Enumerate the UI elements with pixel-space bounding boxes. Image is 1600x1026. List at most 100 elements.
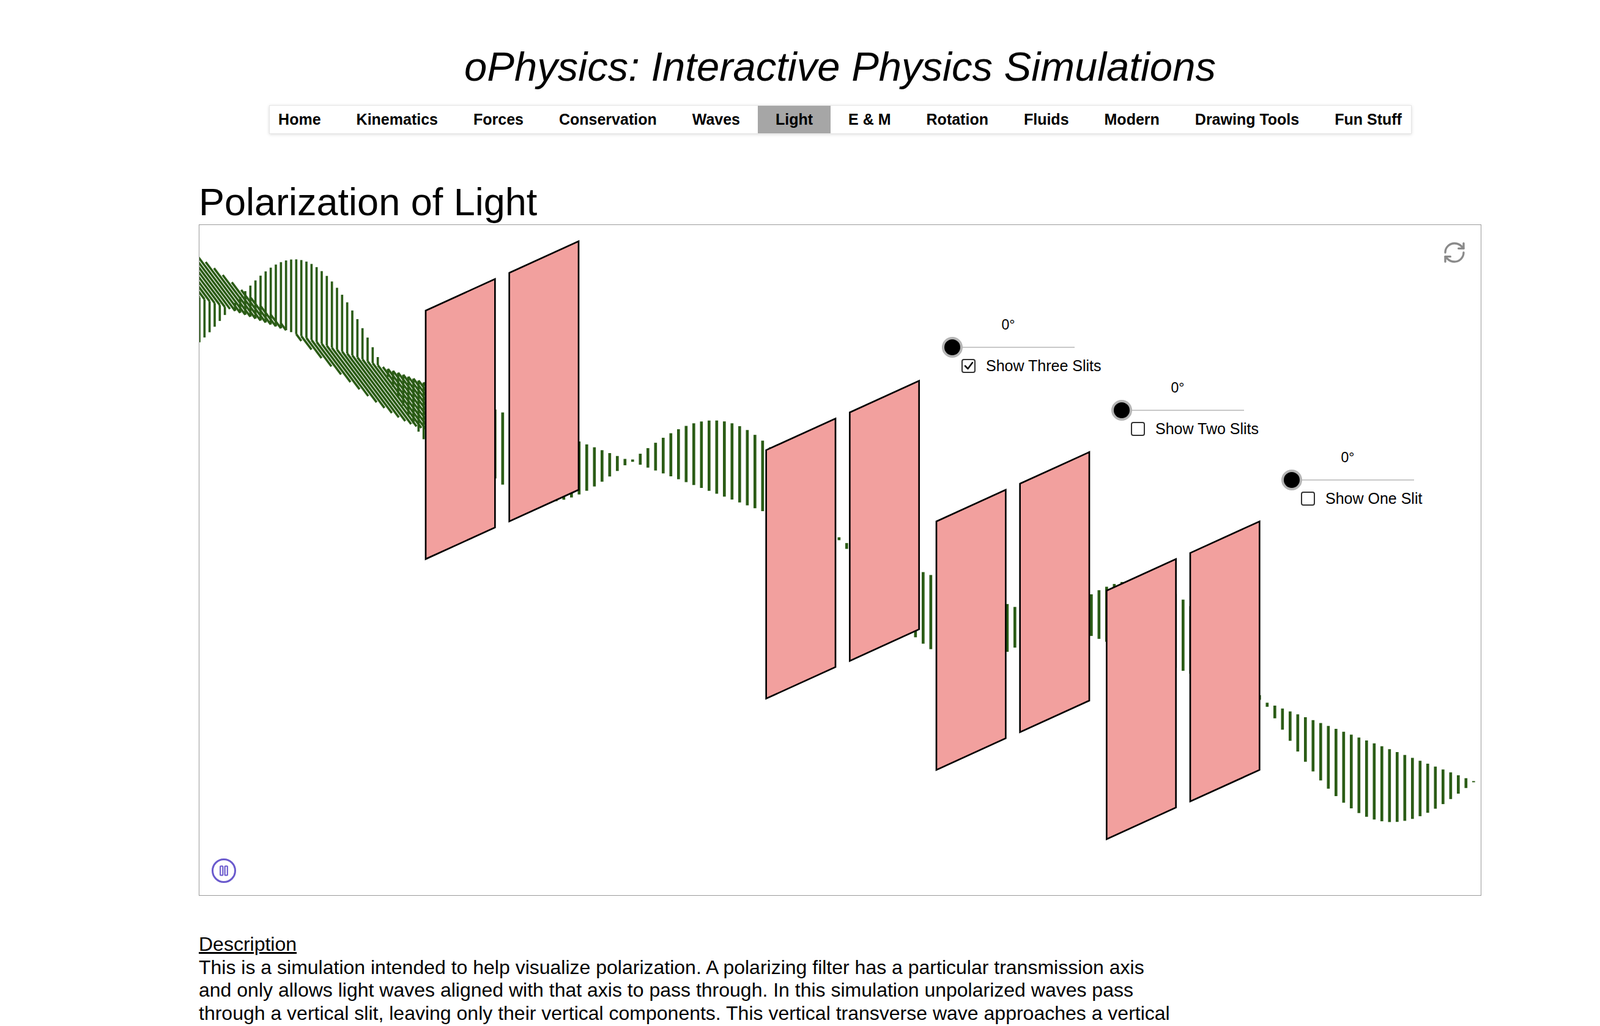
wave-segment xyxy=(1472,781,1476,783)
wave-segment xyxy=(356,319,360,358)
angle-label: 0° xyxy=(1111,379,1245,397)
polarized-wave xyxy=(494,409,1474,823)
wave-segment xyxy=(837,537,841,541)
wave-segment xyxy=(340,294,344,352)
polarizing-filter xyxy=(1106,559,1176,840)
wave-segment xyxy=(684,426,688,483)
wave-segment xyxy=(692,423,696,486)
nav-item[interactable]: Fun Stuff xyxy=(1316,105,1420,134)
nav-item[interactable]: Light xyxy=(757,105,831,134)
wave-segment xyxy=(845,543,849,549)
wave-segment xyxy=(213,303,216,328)
wave-segment xyxy=(1311,720,1315,772)
filter-pair xyxy=(936,451,1090,771)
wave-segment xyxy=(214,268,251,317)
wave-segment xyxy=(714,420,719,495)
pause-button[interactable] xyxy=(211,858,237,884)
wave-segment xyxy=(335,288,339,350)
wave-segment xyxy=(412,378,415,424)
wave-segment xyxy=(325,275,328,346)
wave-segment xyxy=(367,361,417,427)
wave-segment xyxy=(661,437,665,474)
wave-segment xyxy=(760,440,764,512)
wave-segment xyxy=(250,297,271,325)
wave-segment xyxy=(1395,752,1399,823)
wave-segment xyxy=(346,302,349,354)
wave-segment xyxy=(222,275,256,319)
wave-segment xyxy=(1380,746,1384,822)
checkbox[interactable] xyxy=(961,359,976,374)
slit-checkbox-row[interactable]: Show Three Slits xyxy=(941,357,1075,374)
wave-segment xyxy=(615,456,619,471)
check-icon xyxy=(963,360,975,372)
polarizing-filter xyxy=(509,241,579,522)
checkbox-label: Show Three Slits xyxy=(985,357,1102,374)
wave-segment xyxy=(260,306,276,327)
angle-slider[interactable] xyxy=(1111,400,1245,421)
wave-segment xyxy=(199,297,201,342)
reset-button[interactable] xyxy=(1440,239,1468,266)
checkbox[interactable] xyxy=(1300,491,1315,506)
wave-segment xyxy=(699,421,703,489)
wave-segment xyxy=(738,426,742,503)
angle-slider[interactable] xyxy=(941,337,1075,358)
polarizing-filter xyxy=(425,278,495,560)
wave-segment xyxy=(1089,594,1093,637)
slit-checkbox-row[interactable]: Show Two Slits xyxy=(1111,420,1245,437)
wave-segment xyxy=(1288,711,1292,742)
wave-segment xyxy=(376,357,380,366)
nav-bar: HomeKinematicsForcesConservationWavesLig… xyxy=(269,105,1412,134)
nav-item[interactable]: E & M xyxy=(830,105,909,134)
wave-segment xyxy=(357,357,405,421)
wave-segment xyxy=(501,412,505,486)
nav-item[interactable]: Conservation xyxy=(541,105,675,134)
nav-item[interactable]: Drawing Tools xyxy=(1177,105,1317,134)
nav-item[interactable]: Forces xyxy=(455,105,542,134)
wave-segment xyxy=(1181,600,1185,671)
polarizing-filter xyxy=(1020,451,1090,733)
wave-segment xyxy=(1464,778,1468,789)
filter-pair xyxy=(425,241,579,560)
wave-segment xyxy=(231,282,261,322)
wave-segment xyxy=(1449,772,1453,800)
slit-checkbox-row[interactable]: Show One Slit xyxy=(1281,490,1415,507)
wave-segment xyxy=(600,450,604,482)
nav-item[interactable]: Kinematics xyxy=(338,105,456,134)
description-line: through a vertical slit, leaving only th… xyxy=(198,1002,1482,1026)
wave-segment xyxy=(1349,734,1353,809)
wave-segment xyxy=(320,270,323,344)
wave-segment xyxy=(677,429,681,480)
wave-segment xyxy=(607,453,612,477)
nav-item[interactable]: Rotation xyxy=(908,105,1007,134)
wave-segment xyxy=(382,366,430,429)
wave-segment xyxy=(585,444,589,492)
wave-segment xyxy=(361,328,364,360)
wave-segment xyxy=(223,307,227,315)
slider-knob[interactable] xyxy=(1111,400,1133,421)
wave-segment xyxy=(592,447,596,487)
nav-item[interactable]: Home xyxy=(260,105,339,134)
wave-segment xyxy=(638,453,642,465)
wave-segment xyxy=(270,314,282,329)
checkbox-label: Show Two Slits xyxy=(1155,420,1259,437)
nav-item[interactable]: Modern xyxy=(1086,105,1178,134)
checkbox[interactable] xyxy=(1130,422,1145,437)
nav-item[interactable]: Fluids xyxy=(1006,105,1087,134)
description-line: and only allows light waves aligned with… xyxy=(198,979,1482,1003)
wave-segment xyxy=(1426,763,1430,813)
angle-slider[interactable] xyxy=(1281,469,1415,491)
wave-segment xyxy=(631,459,635,462)
slider-knob[interactable] xyxy=(1281,469,1303,491)
filter-pair xyxy=(1106,521,1260,840)
nav-item[interactable]: Waves xyxy=(674,105,758,134)
wave-segment xyxy=(351,310,354,356)
wave-segment xyxy=(1434,766,1438,810)
description-line: This is a simulation intended to help vi… xyxy=(198,956,1482,980)
simulation-canvas: 0°Show Three Slits0°Show Two Slits0°Show… xyxy=(198,224,1482,897)
wave-segment xyxy=(289,259,293,333)
wave-segment xyxy=(1281,708,1285,731)
wave-segment xyxy=(1357,737,1361,813)
slider-knob[interactable] xyxy=(941,337,963,358)
wave-segment xyxy=(396,373,400,397)
wave-segment xyxy=(330,281,334,348)
